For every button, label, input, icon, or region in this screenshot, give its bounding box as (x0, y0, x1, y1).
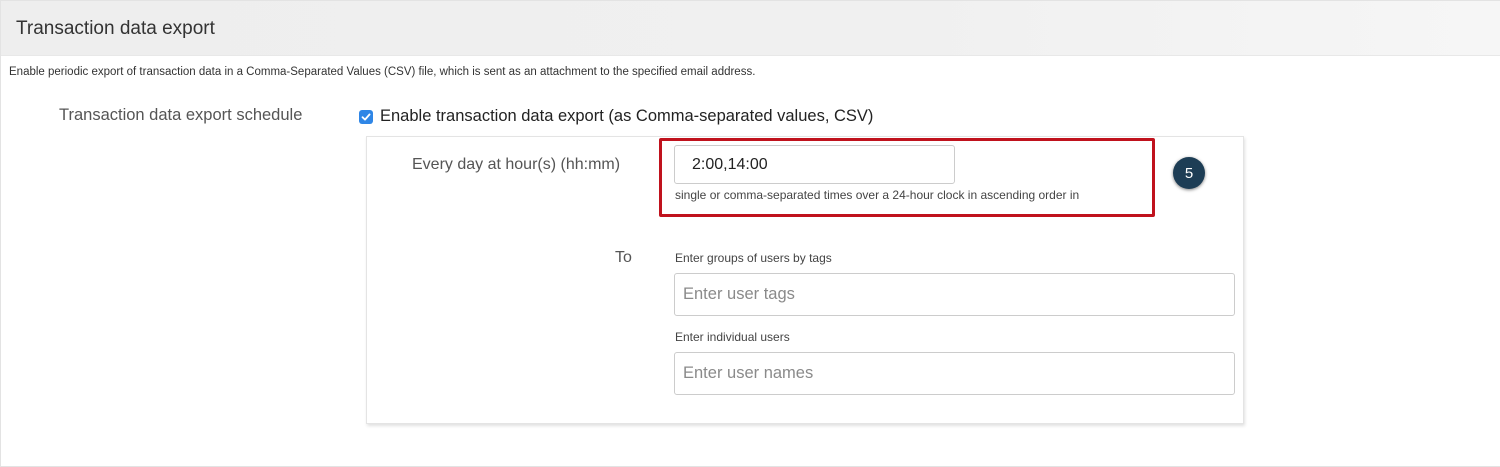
enable-export-checkbox[interactable] (359, 109, 373, 124)
step-number-badge: 5 (1173, 157, 1205, 189)
enable-export-label[interactable]: Enable transaction data export (as Comma… (380, 107, 873, 126)
panel-description: Enable periodic export of transaction da… (9, 66, 756, 78)
enable-export-checkbox-row[interactable]: Enable transaction data export (as Comma… (359, 107, 873, 126)
to-label: To (615, 249, 632, 266)
user-names-label: Enter individual users (675, 330, 790, 344)
hours-label: Every day at hour(s) (hh:mm) (412, 156, 621, 173)
user-tags-label: Enter groups of users by tags (675, 251, 832, 265)
user-tags-input[interactable] (674, 273, 1235, 316)
checkmark-icon (361, 113, 371, 120)
panel-heading: Transaction data export (1, 1, 1500, 56)
highlight-annotation-box (659, 138, 1155, 217)
schedule-label: Transaction data export schedule (59, 106, 303, 124)
user-names-input[interactable] (674, 352, 1235, 395)
transaction-export-panel: Transaction data export Enable periodic … (0, 0, 1500, 467)
panel-title: Transaction data export (16, 18, 215, 39)
